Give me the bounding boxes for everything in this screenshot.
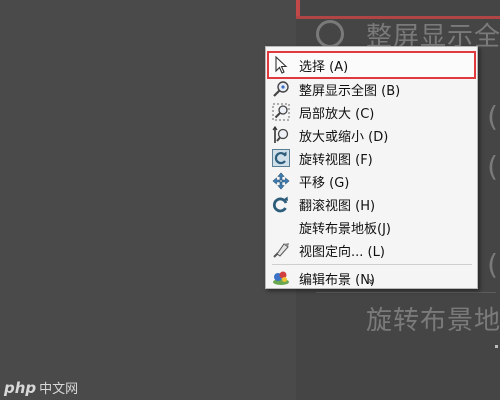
background-paren: ( <box>487 248 498 281</box>
background-magnifier-icon <box>316 20 344 48</box>
background-paren: ( <box>487 100 498 133</box>
menu-separator <box>272 264 472 265</box>
menu-item-label: 整屏显示全图 (B) <box>299 83 401 99</box>
zoom-to-area-icon <box>271 102 291 122</box>
background-dot <box>495 345 498 348</box>
menu-item-label: 视图定向... (L) <box>299 244 385 260</box>
menu-item-pan[interactable]: 平移 (G) <box>268 170 475 192</box>
menu-item-zoom-to-area[interactable]: 局部放大 (C) <box>268 101 475 123</box>
chevron-double-down-icon: » <box>364 277 378 285</box>
menu-item-label: 局部放大 (C) <box>299 106 375 122</box>
zoom-to-fit-icon <box>271 79 291 99</box>
roll-view-icon <box>271 194 291 214</box>
pan-icon <box>271 171 291 191</box>
watermark: php 中文网 <box>4 378 79 398</box>
rotate-view-icon <box>271 148 291 168</box>
menu-item-label: 平移 (G) <box>299 175 350 191</box>
empty-icon-slot <box>271 217 291 237</box>
menu-item-view-orientation[interactable]: 视图定向... (L) <box>268 239 475 261</box>
background-paren: ( <box>487 150 498 183</box>
menu-item-label: 翻滚视图 (H) <box>299 198 376 214</box>
cursor-arrow-icon <box>271 55 291 75</box>
view-orientation-icon <box>271 240 291 260</box>
menu-item-label: 旋转布景地板(J) <box>299 221 391 237</box>
watermark-logo: php <box>4 378 37 397</box>
menu-item-select[interactable]: 选择 (A) <box>267 51 476 79</box>
menu-item-roll-view[interactable]: 翻滚视图 (H) <box>268 193 475 215</box>
menu-expand-more-button[interactable]: » <box>266 273 477 289</box>
menu-item-rotate-view[interactable]: 旋转视图 (F) <box>268 147 475 169</box>
menu-item-label: 旋转视图 (F) <box>299 152 373 168</box>
background-separator <box>316 292 496 293</box>
menu-item-label: 选择 (A) <box>299 59 349 75</box>
view-context-menu: 选择 (A) 整屏显示全图 (B) 局部放大 (C) 放大或缩小 (D) 旋转视… <box>265 46 478 289</box>
menu-item-rotate-scene-floor[interactable]: 旋转布景地板(J) <box>268 216 475 238</box>
menu-item-zoom-in-out[interactable]: 放大或缩小 (D) <box>268 124 475 146</box>
watermark-text: 中文网 <box>39 382 79 397</box>
menu-item-zoom-to-fit[interactable]: 整屏显示全图 (B) <box>268 78 475 100</box>
zoom-in-out-icon <box>271 125 291 145</box>
menu-item-label: 放大或缩小 (D) <box>299 129 389 145</box>
background-zoom-text-bottom: 旋转布景地 <box>366 306 500 336</box>
